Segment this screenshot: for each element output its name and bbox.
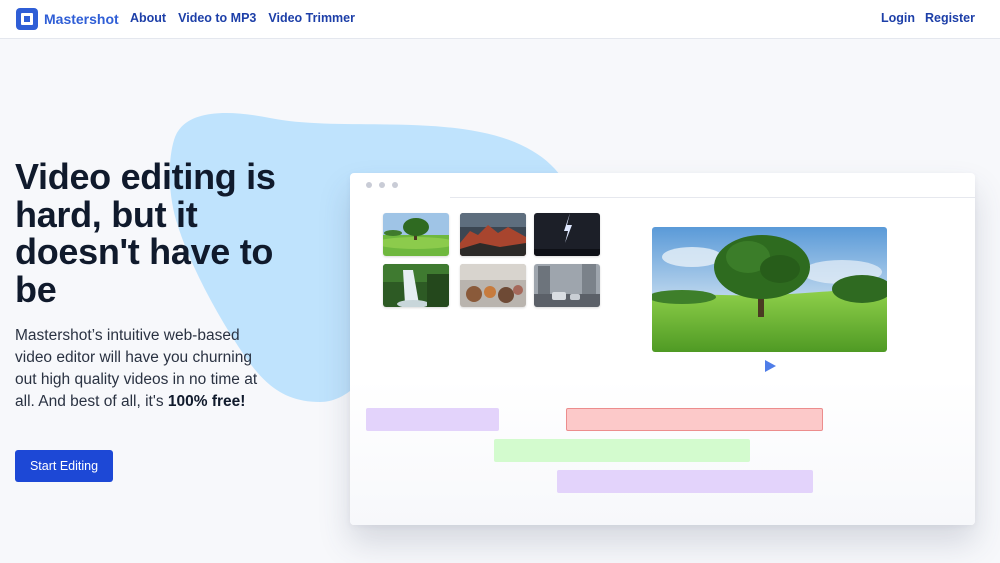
thumbnail-market-scene[interactable] — [460, 264, 526, 307]
timeline-clip[interactable] — [557, 470, 813, 493]
window-dot — [392, 182, 398, 188]
nav-link-about[interactable]: About — [130, 11, 166, 25]
brand-logo[interactable]: Mastershot — [16, 8, 119, 30]
nav-link-video-to-mp3[interactable]: Video to MP3 — [178, 11, 256, 25]
nav-link-video-trimmer[interactable]: Video Trimmer — [268, 11, 355, 25]
logo-icon — [16, 8, 38, 30]
video-preview[interactable] — [652, 227, 887, 352]
thumbnail-lightning-storm[interactable] — [534, 213, 600, 256]
timeline-clip-selected[interactable] — [566, 408, 823, 431]
brand-name: Mastershot — [44, 11, 119, 27]
thumbnail-city-street[interactable] — [534, 264, 600, 307]
hero-description-emphasis: 100% free! — [167, 393, 246, 410]
main-nav: About Video to MP3 Video Trimmer — [130, 11, 355, 25]
play-icon[interactable] — [765, 360, 776, 372]
timeline-clip[interactable] — [366, 408, 499, 431]
timeline-clip[interactable] — [494, 439, 750, 462]
auth-links: Login Register — [881, 11, 975, 25]
window-dot — [366, 182, 372, 188]
window-topbar-divider — [450, 197, 975, 198]
window-dot — [379, 182, 385, 188]
hero-title: Video editing is hard, but it doesn't ha… — [15, 156, 276, 310]
login-link[interactable]: Login — [881, 11, 915, 25]
thumbnail-red-mountains[interactable] — [460, 213, 526, 256]
window-dots — [366, 182, 398, 188]
top-navbar: Mastershot About Video to MP3 Video Trim… — [0, 0, 1000, 39]
editor-mockup — [350, 173, 975, 525]
hero-description: Mastershot’s intuitive web-based video e… — [15, 325, 265, 413]
thumbnail-tree-meadow[interactable] — [383, 213, 449, 256]
start-editing-button[interactable]: Start Editing — [15, 450, 113, 482]
register-link[interactable]: Register — [925, 11, 975, 25]
thumbnail-waterfall[interactable] — [383, 264, 449, 307]
